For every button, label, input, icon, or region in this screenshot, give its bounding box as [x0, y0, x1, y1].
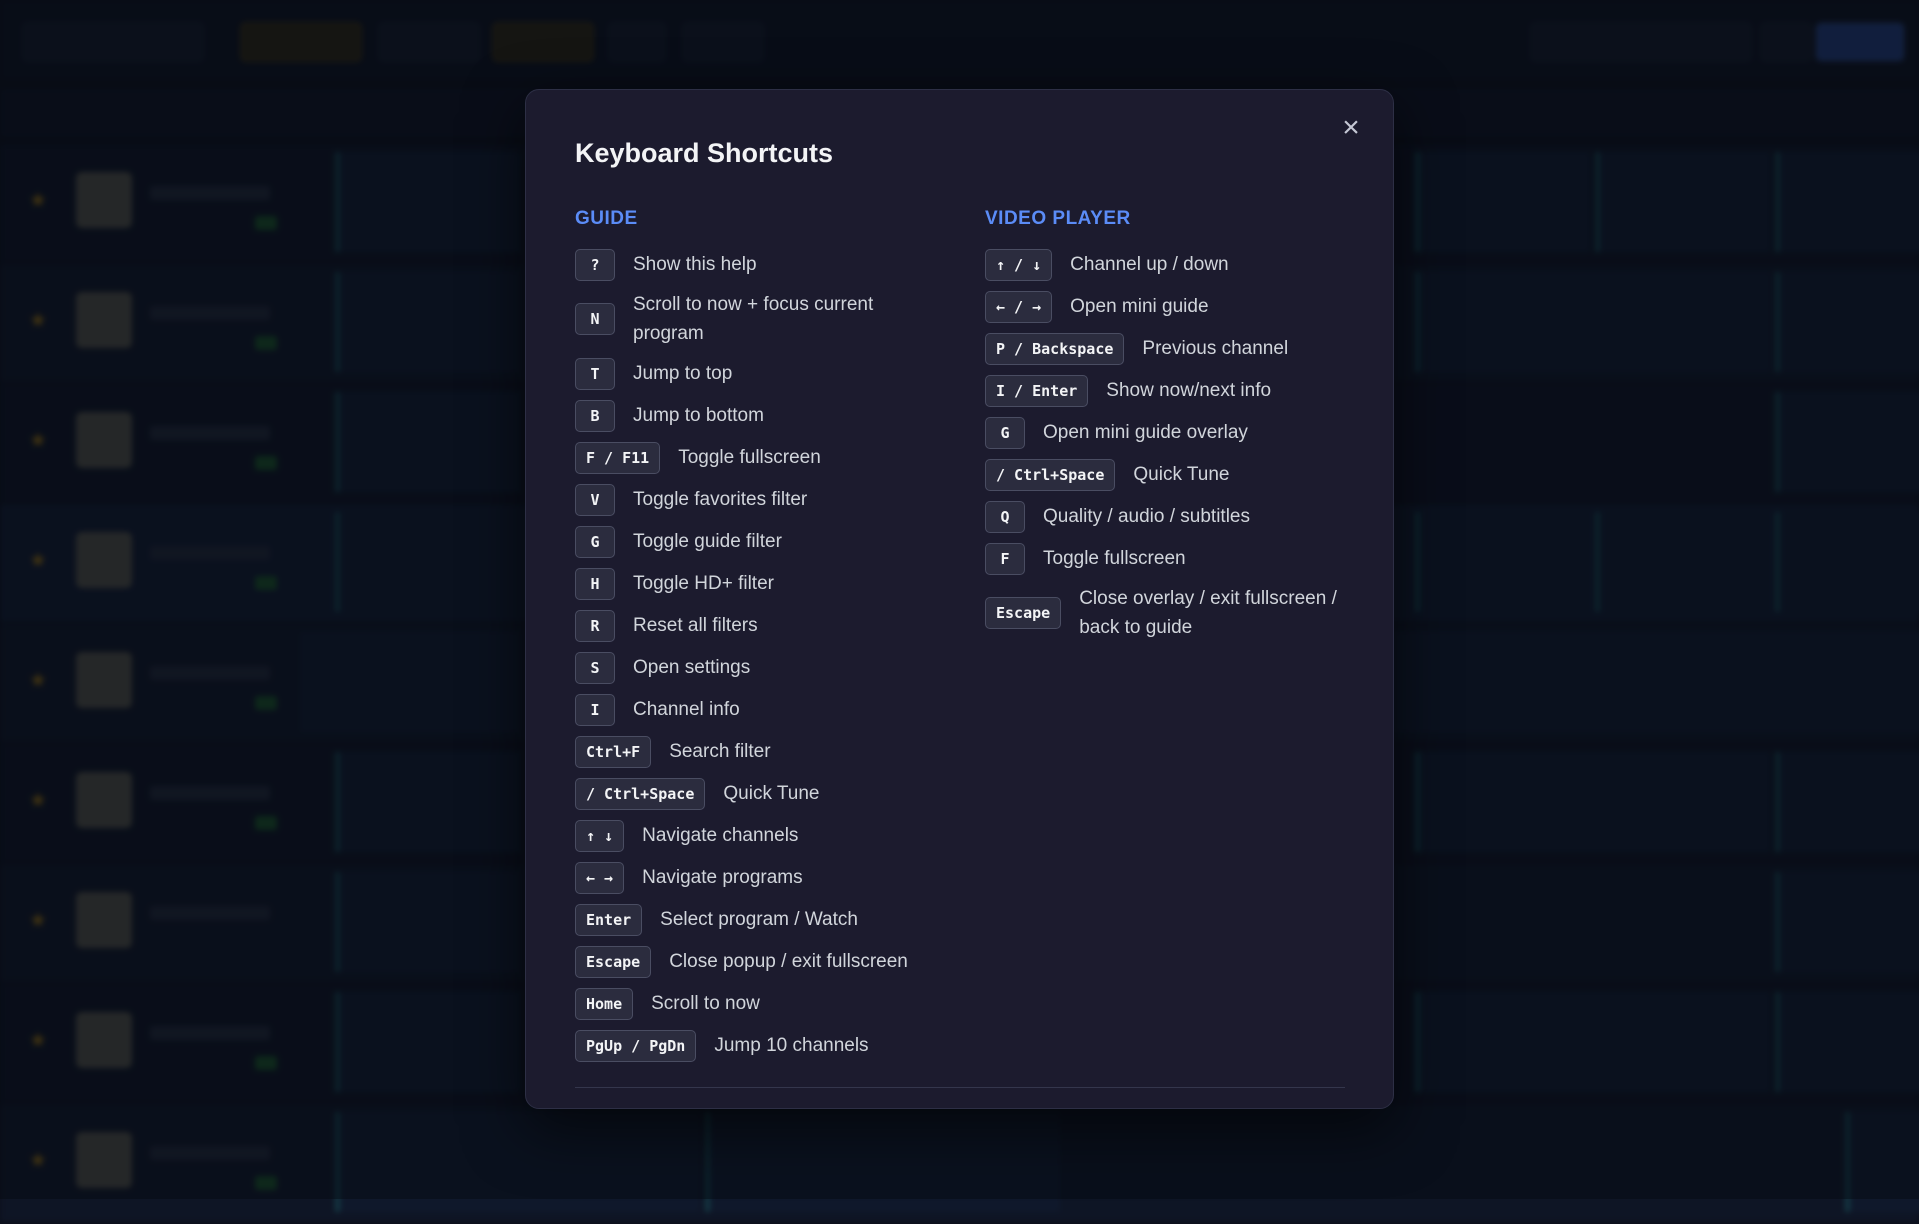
key-cap: ↑ ↓ — [575, 819, 625, 852]
shortcut-description: Select program / Watch — [660, 909, 858, 930]
shortcut-item: R Reset all filters — [575, 609, 945, 642]
shortcut-description: Previous channel — [1142, 338, 1289, 359]
key-cap: Q — [985, 500, 1025, 533]
shortcut-description: Jump to bottom — [633, 405, 764, 426]
key-cap: Home — [575, 987, 634, 1020]
shortcut-description: Show now/next info — [1106, 380, 1272, 401]
shortcut-description: Open mini guide — [1070, 296, 1209, 317]
shortcut-item: / Ctrl+Space Quick Tune — [985, 458, 1355, 491]
shortcut-description: Close popup / exit fullscreen — [669, 951, 908, 972]
key-cap: Escape — [985, 597, 1062, 629]
section-title-video-player: VIDEO PLAYER — [985, 208, 1131, 229]
key-cap: I — [575, 693, 615, 726]
key-cap: T — [575, 357, 615, 390]
key-cap: V — [575, 483, 615, 516]
shortcut-item: / Ctrl+Space Quick Tune — [575, 777, 945, 810]
key-cap: ← / → — [985, 290, 1053, 323]
modal-title: Keyboard Shortcuts — [575, 138, 834, 168]
key-cap: Ctrl+F — [575, 735, 652, 768]
shortcut-item: I Channel info — [575, 693, 945, 726]
shortcut-item: F Toggle fullscreen — [985, 542, 1355, 575]
shortcut-description: Scroll to now — [651, 993, 760, 1014]
shortcut-item: P / Backspace Previous channel — [985, 332, 1355, 365]
shortcut-item: ↑ ↓ Navigate channels — [575, 819, 945, 852]
modal-divider — [575, 1087, 1345, 1088]
shortcut-description: Toggle guide filter — [633, 531, 782, 552]
shortcut-item: Home Scroll to now — [575, 987, 945, 1020]
shortcut-description: Show this help — [633, 254, 757, 275]
key-cap: / Ctrl+Space — [985, 458, 1116, 491]
shortcut-item: I / Enter Show now/next info — [985, 374, 1355, 407]
shortcut-item: N Scroll to now + focus current program — [575, 290, 945, 348]
key-cap: N — [575, 303, 615, 335]
shortcut-description: Toggle fullscreen — [1043, 548, 1186, 569]
key-cap: H — [575, 567, 615, 600]
shortcut-item: S Open settings — [575, 651, 945, 684]
key-cap: Escape — [575, 945, 652, 978]
shortcut-item: B Jump to bottom — [575, 399, 945, 432]
shortcut-item: Escape Close popup / exit fullscreen — [575, 945, 945, 978]
shortcut-description: Search filter — [669, 741, 771, 762]
shortcut-description: Quick Tune — [1133, 464, 1230, 485]
key-cap: P / Backspace — [985, 332, 1125, 365]
key-cap: ← → — [575, 861, 625, 894]
shortcut-description: Open settings — [633, 657, 751, 678]
shortcut-item: ? Show this help — [575, 248, 945, 281]
shortcut-description: Jump to top — [633, 363, 733, 384]
shortcut-description: Channel up / down — [1070, 254, 1229, 275]
shortcut-item: ← → Navigate programs — [575, 861, 945, 894]
shortcut-description: Reset all filters — [633, 615, 758, 636]
shortcut-description: Toggle fullscreen — [678, 447, 821, 468]
key-cap: F — [985, 542, 1025, 575]
shortcut-description: Quality / audio / subtitles — [1043, 506, 1250, 527]
key-cap: F / F11 — [575, 441, 661, 474]
key-cap: I / Enter — [985, 374, 1089, 407]
shortcut-item: ← / → Open mini guide — [985, 290, 1355, 323]
shortcut-description: Toggle favorites filter — [633, 489, 808, 510]
shortcut-item: F / F11 Toggle fullscreen — [575, 441, 945, 474]
key-cap: B — [575, 399, 615, 432]
shortcut-item: Escape Close overlay / exit fullscreen / … — [985, 584, 1355, 642]
keyboard-shortcuts-modal: × Keyboard Shortcuts GUIDE ? Show this he… — [525, 89, 1394, 1109]
shortcut-item: PgUp / PgDn Jump 10 channels — [575, 1029, 945, 1062]
shortcut-item: G Toggle guide filter — [575, 525, 945, 558]
shortcut-item: H Toggle HD+ filter — [575, 567, 945, 600]
key-cap: ↑ / ↓ — [985, 248, 1053, 281]
shortcut-item: G Open mini guide overlay — [985, 416, 1355, 449]
shortcut-description: Navigate programs — [642, 867, 803, 888]
shortcut-description: Quick Tune — [723, 783, 820, 804]
shortcut-item: T Jump to top — [575, 357, 945, 390]
key-cap: ? — [575, 248, 615, 281]
key-cap: G — [575, 525, 615, 558]
guide-shortcuts-column: GUIDE ? Show this help N Scroll to now + f… — [575, 208, 945, 1071]
key-cap: S — [575, 651, 615, 684]
key-cap: G — [985, 416, 1025, 449]
shortcut-item: V Toggle favorites filter — [575, 483, 945, 516]
shortcut-description: Open mini guide overlay — [1043, 422, 1248, 443]
shortcut-description: Navigate channels — [642, 825, 799, 846]
shortcut-description: Scroll to now + focus current program — [633, 294, 874, 344]
shortcut-item: Q Quality / audio / subtitles — [985, 500, 1355, 533]
key-cap: PgUp / PgDn — [575, 1029, 697, 1062]
video-player-shortcuts-column: VIDEO PLAYER ↑ / ↓ Channel up / down ← / … — [985, 208, 1355, 651]
key-cap: Enter — [575, 903, 643, 936]
section-title-guide: GUIDE — [575, 208, 638, 229]
shortcut-description: Close overlay / exit fullscreen / back t… — [1079, 588, 1337, 638]
shortcut-item: Enter Select program / Watch — [575, 903, 945, 936]
key-cap: / Ctrl+Space — [575, 777, 706, 810]
shortcut-item: ↑ / ↓ Channel up / down — [985, 248, 1355, 281]
key-cap: R — [575, 609, 615, 642]
shortcut-description: Toggle HD+ filter — [633, 573, 774, 594]
shortcut-description: Channel info — [633, 699, 740, 720]
shortcut-item: Ctrl+F Search filter — [575, 735, 945, 768]
close-icon[interactable]: × — [1335, 112, 1367, 144]
shortcut-description: Jump 10 channels — [714, 1035, 869, 1056]
